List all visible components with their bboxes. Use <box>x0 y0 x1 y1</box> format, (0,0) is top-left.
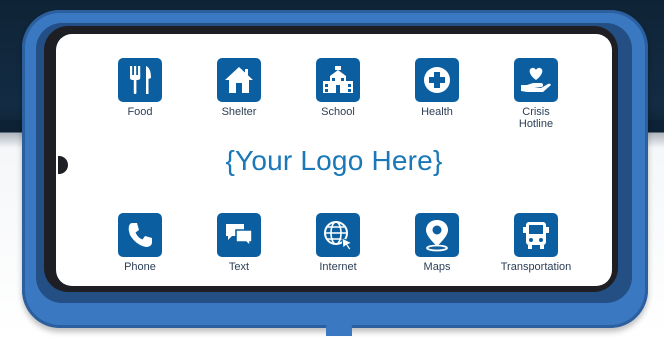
logo-placeholder: {Your Logo Here} <box>225 145 443 176</box>
app-crisis-hotline-label: Crisis Hotline <box>518 106 554 130</box>
app-transportation-label: Transportation <box>500 261 572 273</box>
app-school-label: School <box>321 106 355 118</box>
app-crisis-hotline[interactable]: Crisis Hotline <box>496 58 576 130</box>
app-school[interactable]: School <box>298 58 378 118</box>
bus-icon <box>514 213 558 257</box>
app-transportation[interactable]: Transportation <box>486 213 586 273</box>
app-text[interactable]: Text <box>199 213 279 273</box>
map-pin-icon <box>415 213 459 257</box>
chat-bubbles-icon <box>217 213 261 257</box>
fork-knife-icon <box>118 58 162 102</box>
app-health-label: Health <box>421 106 453 118</box>
app-phone[interactable]: Phone <box>100 213 180 273</box>
globe-icon <box>316 213 360 257</box>
app-internet-label: Internet <box>319 261 357 273</box>
app-food-label: Food <box>127 106 153 118</box>
app-shelter[interactable]: Shelter <box>199 58 279 118</box>
school-building-icon <box>316 58 360 102</box>
medical-cross-icon <box>415 58 459 102</box>
app-shelter-label: Shelter <box>221 106 257 118</box>
heart-hand-icon <box>514 58 558 102</box>
house-icon <box>217 58 261 102</box>
phone-icon <box>118 213 162 257</box>
app-maps[interactable]: Maps <box>397 213 477 273</box>
app-maps-label: Maps <box>423 261 451 273</box>
app-health[interactable]: Health <box>397 58 477 118</box>
app-text-label: Text <box>228 261 250 273</box>
case-tab <box>326 322 352 336</box>
app-food[interactable]: Food <box>100 58 180 118</box>
app-internet[interactable]: Internet <box>298 213 378 273</box>
app-phone-label: Phone <box>124 261 156 273</box>
